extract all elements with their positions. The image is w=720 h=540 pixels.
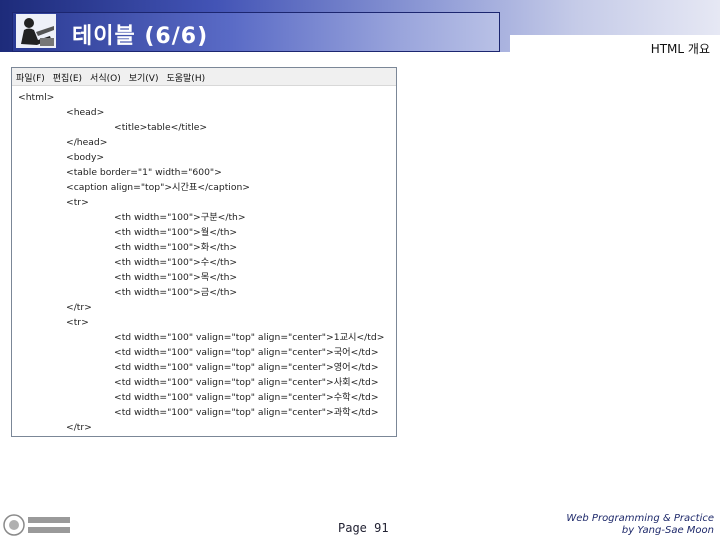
menu-edit[interactable]: 편집(E) <box>49 68 86 85</box>
university-logo <box>3 514 70 536</box>
code-line: <table border="1" width="600"> <box>66 167 222 178</box>
page-title: 테이블 (6/6) <box>72 24 209 49</box>
menu-bar: 파일(F) 편집(E) 서식(O) 보기(V) 도움말(H) <box>12 68 396 86</box>
credit-text: Web Programming & Practice by Yang-Sae M… <box>566 513 714 537</box>
code-line: <title>table</title> <box>114 122 208 133</box>
code-line: <caption align="top">시간표</caption> <box>66 182 250 193</box>
code-line: <td width="100" valign="top" align="cent… <box>114 392 379 403</box>
section-label: HTML 개요 <box>650 42 710 56</box>
credit-line-author: by Yang-Sae Moon <box>621 525 714 536</box>
code-line: <html> <box>18 92 55 103</box>
code-line: <head> <box>66 107 105 118</box>
menu-help[interactable]: 도움말(H) <box>162 68 209 85</box>
credit-line-course: Web Programming & Practice <box>566 513 714 524</box>
notepad-window: 파일(F) 편집(E) 서식(O) 보기(V) 도움말(H) <html> <he… <box>11 67 397 437</box>
code-line: <body> <box>66 152 105 163</box>
code-line: <tr> <box>66 317 89 328</box>
page-number: Page 91 <box>338 521 389 535</box>
code-line: <th width="100">금</th> <box>114 287 238 298</box>
menu-file[interactable]: 파일(F) <box>12 68 49 85</box>
code-line: <td width="100" valign="top" align="cent… <box>114 377 379 388</box>
code-line: </tr> <box>66 302 92 313</box>
menu-format[interactable]: 서식(O) <box>86 68 125 85</box>
code-line: <th width="100">수</th> <box>114 257 238 268</box>
code-line: <th width="100">목</th> <box>114 272 238 283</box>
code-line: <td width="100" valign="top" align="cent… <box>114 407 379 418</box>
code-line: <td width="100" valign="top" align="cent… <box>114 362 379 373</box>
code-text-area[interactable]: <html> <head> <title>table</title> </head> <… <box>18 90 394 435</box>
presenter-icon <box>16 14 56 48</box>
code-line: <th width="100">월</th> <box>114 227 238 238</box>
code-line: <tr> <box>66 197 89 208</box>
code-line: <th width="100">구분</th> <box>114 212 246 223</box>
code-line: </head> <box>66 137 108 148</box>
code-line: <th width="100">화</th> <box>114 242 238 253</box>
menu-view[interactable]: 보기(V) <box>125 68 163 85</box>
code-line: <td width="100" valign="top" align="cent… <box>114 347 379 358</box>
code-line: </tr> <box>66 422 92 433</box>
code-line: <td width="100" valign="top" align="cent… <box>114 332 385 343</box>
